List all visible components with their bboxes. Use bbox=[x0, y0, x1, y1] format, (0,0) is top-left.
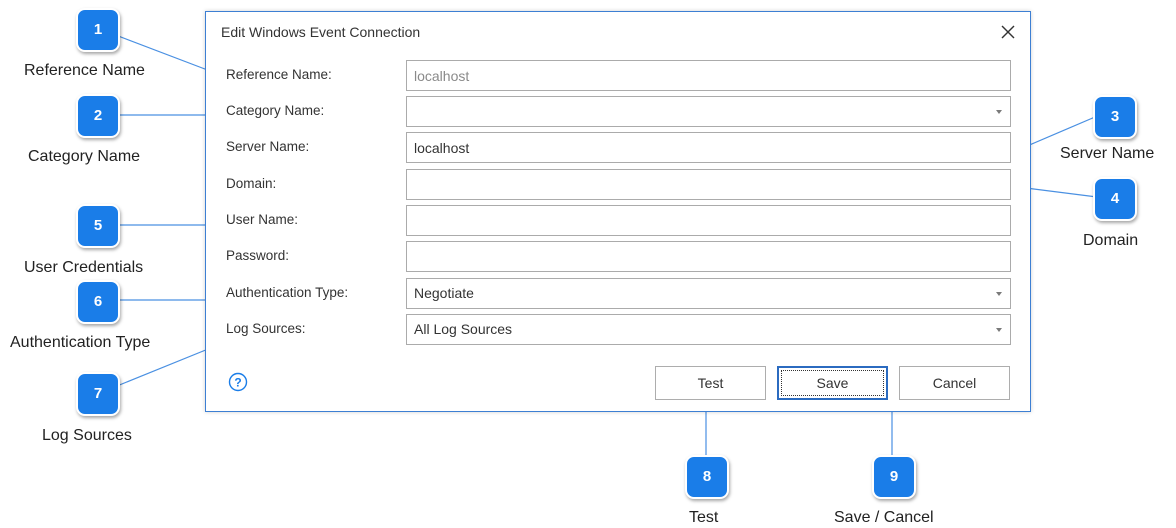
save-button[interactable]: Save bbox=[777, 366, 888, 400]
callout-badge-6: 6 bbox=[76, 280, 120, 324]
callout-label-authentication-type: Authentication Type bbox=[10, 334, 151, 351]
callout-label-log-sources: Log Sources bbox=[42, 427, 132, 444]
password-field[interactable] bbox=[406, 241, 1011, 272]
reference-name-label: Reference Name: bbox=[226, 67, 332, 82]
callout-badge-7: 7 bbox=[76, 372, 120, 416]
callout-label-reference-name: Reference Name bbox=[24, 62, 145, 79]
callout-label-save-cancel: Save / Cancel bbox=[834, 509, 934, 526]
category-name-dropdown[interactable] bbox=[406, 96, 1011, 127]
callout-badge-9: 9 bbox=[872, 455, 916, 499]
test-button[interactable]: Test bbox=[655, 366, 766, 400]
category-name-label: Category Name: bbox=[226, 103, 325, 118]
dialog-title: Edit Windows Event Connection bbox=[221, 24, 421, 40]
callout-badge-2: 2 bbox=[76, 94, 120, 138]
callout-badge-4: 4 bbox=[1093, 177, 1137, 221]
domain-field[interactable] bbox=[406, 169, 1011, 200]
chevron-down-icon bbox=[996, 328, 1002, 332]
callout-badge-1: 1 bbox=[76, 8, 120, 52]
svg-text:?: ? bbox=[234, 376, 241, 390]
authentication-type-label: Authentication Type: bbox=[226, 285, 349, 300]
cancel-button[interactable]: Cancel bbox=[899, 366, 1010, 400]
password-label: Password: bbox=[226, 248, 290, 263]
user-name-field[interactable] bbox=[406, 205, 1011, 236]
server-name-label: Server Name: bbox=[226, 139, 310, 154]
edit-connection-dialog: Edit Windows Event Connection Reference … bbox=[205, 11, 1031, 412]
domain-label: Domain: bbox=[226, 176, 277, 191]
help-icon[interactable]: ? bbox=[228, 372, 248, 392]
callout-label-server-name: Server Name bbox=[1060, 145, 1155, 162]
reference-name-field[interactable] bbox=[406, 60, 1011, 91]
user-name-label: User Name: bbox=[226, 212, 299, 227]
close-icon bbox=[1001, 25, 1015, 39]
authentication-type-dropdown[interactable]: Negotiate bbox=[406, 278, 1011, 309]
callout-badge-8: 8 bbox=[685, 455, 729, 499]
log-sources-label: Log Sources: bbox=[226, 321, 306, 336]
callout-label-category-name: Category Name bbox=[28, 148, 141, 165]
log-sources-value: All Log Sources bbox=[414, 321, 513, 337]
server-name-field[interactable] bbox=[406, 132, 1011, 163]
close-button[interactable] bbox=[996, 20, 1020, 44]
callout-label-user-credentials: User Credentials bbox=[24, 259, 144, 276]
callout-label-test: Test bbox=[689, 509, 719, 526]
authentication-type-value: Negotiate bbox=[414, 285, 474, 301]
log-sources-dropdown[interactable]: All Log Sources bbox=[406, 314, 1011, 345]
callout-label-domain: Domain bbox=[1083, 232, 1139, 249]
chevron-down-icon bbox=[996, 292, 1002, 296]
chevron-down-icon bbox=[996, 110, 1002, 114]
callout-badge-3: 3 bbox=[1093, 95, 1137, 139]
callout-badge-5: 5 bbox=[76, 204, 120, 248]
